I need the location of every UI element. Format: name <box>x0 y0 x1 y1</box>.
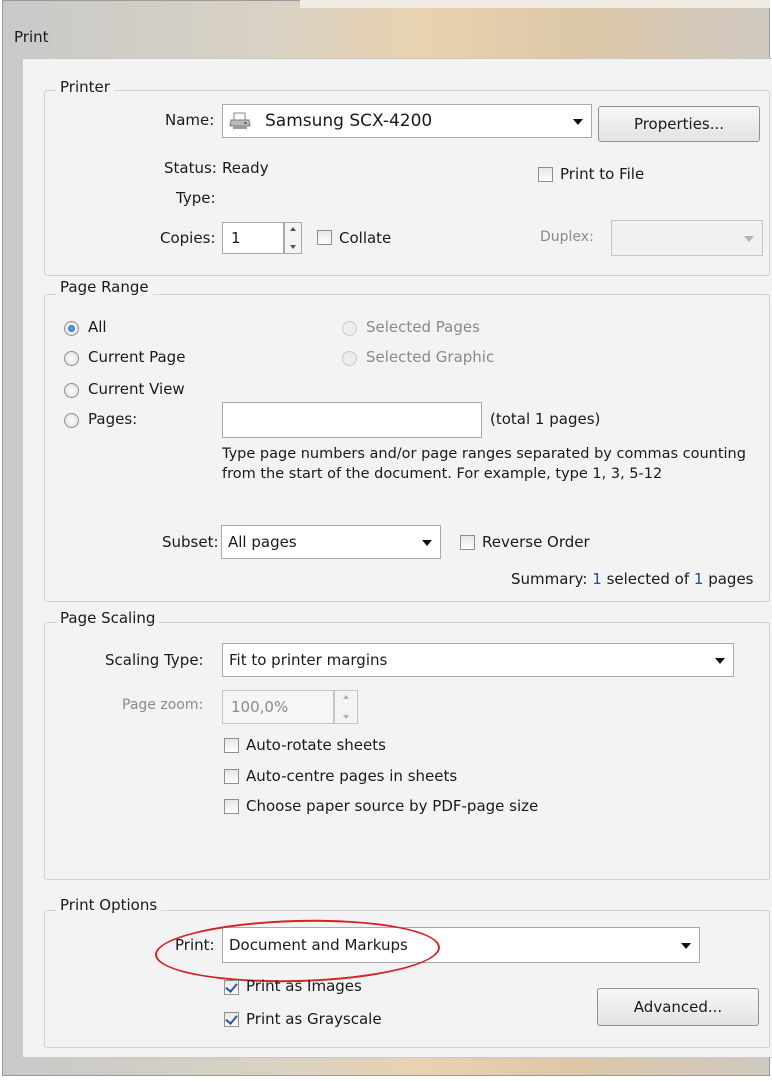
selected-pages-label: Selected Pages <box>366 318 480 336</box>
page-zoom-stepper[interactable] <box>334 690 358 724</box>
chevron-down-icon <box>422 540 432 546</box>
scaling-type-value: Fit to printer margins <box>229 650 388 669</box>
range-current-page-label: Current Page <box>88 348 186 366</box>
print-options-legend: Print Options <box>56 896 162 914</box>
printer-name-value: Samsung SCX-4200 <box>265 110 433 131</box>
range-current-view-radio[interactable] <box>64 383 79 398</box>
printer-name-select[interactable]: Samsung SCX-4200 <box>222 104 592 138</box>
printer-name-label: Name: <box>165 111 215 129</box>
scaling-type-select[interactable]: Fit to printer margins <box>222 643 734 677</box>
range-current-view-label: Current View <box>88 380 185 398</box>
page-range-summary: Summary: 1 selected of 1 pages <box>511 570 754 588</box>
type-label: Type: <box>176 189 216 207</box>
subset-label: Subset: <box>162 533 219 551</box>
page-range-legend: Page Range <box>56 278 153 296</box>
stepper-up-icon <box>290 227 296 231</box>
status-value: Ready <box>222 159 269 177</box>
print-as-grayscale-label: Print as Grayscale <box>246 1010 382 1028</box>
auto-centre-label: Auto-centre pages in sheets <box>246 767 458 785</box>
selected-graphic-radio[interactable] <box>342 351 357 366</box>
pages-input[interactable] <box>222 402 482 438</box>
page-zoom-value: 100,0% <box>231 698 289 716</box>
print-as-images-label: Print as Images <box>246 977 362 995</box>
stepper-up-icon <box>343 695 349 699</box>
scaling-type-label: Scaling Type: <box>105 651 204 669</box>
copies-input[interactable]: 1 <box>222 222 284 254</box>
print-as-images-checkbox[interactable] <box>224 980 239 995</box>
range-all-radio[interactable] <box>64 321 79 336</box>
selected-pages-radio[interactable] <box>342 321 357 336</box>
window-title: Print <box>14 28 49 46</box>
properties-button[interactable]: Properties... <box>598 106 760 142</box>
chevron-down-icon <box>715 658 725 664</box>
print-as-grayscale-checkbox[interactable] <box>224 1012 239 1027</box>
summary-mid: selected of <box>606 570 690 588</box>
page-scaling-legend: Page Scaling <box>56 609 160 627</box>
reverse-order-label: Reverse Order <box>482 533 590 551</box>
page-range-help-text: Type page numbers and/or page ranges sep… <box>222 446 746 482</box>
subset-value: All pages <box>228 532 297 551</box>
chevron-down-icon <box>573 119 583 125</box>
stepper-down-icon <box>290 245 296 249</box>
auto-centre-checkbox[interactable] <box>224 769 239 784</box>
page-zoom-label: Page zoom: <box>122 697 204 713</box>
print-to-file-label: Print to File <box>560 165 645 183</box>
total-pages-text: (total 1 pages) <box>490 410 601 428</box>
advanced-button[interactable]: Advanced... <box>597 988 759 1026</box>
paper-source-checkbox[interactable] <box>224 799 239 814</box>
paper-source-label: Choose paper source by PDF-page size <box>246 797 539 815</box>
status-label: Status: <box>164 159 217 177</box>
copies-value: 1 <box>231 229 241 247</box>
auto-rotate-label: Auto-rotate sheets <box>246 736 386 754</box>
range-pages-label: Pages: <box>88 410 138 428</box>
summary-prefix: Summary: <box>511 570 588 588</box>
summary-selected-count: 1 <box>592 570 602 588</box>
printer-legend: Printer <box>56 78 114 96</box>
chevron-down-icon <box>681 943 691 949</box>
copies-label: Copies: <box>160 229 216 247</box>
summary-suffix: pages <box>708 570 754 588</box>
chevron-down-icon <box>744 236 754 242</box>
printer-icon <box>229 112 251 130</box>
selected-graphic-label: Selected Graphic <box>366 348 495 366</box>
print-to-file-checkbox[interactable] <box>538 167 553 182</box>
titlebar-strip <box>300 0 770 8</box>
range-current-page-radio[interactable] <box>64 351 79 366</box>
page-zoom-input[interactable]: 100,0% <box>222 690 334 724</box>
reverse-order-checkbox[interactable] <box>460 535 475 550</box>
range-pages-radio[interactable] <box>64 413 79 428</box>
collate-checkbox[interactable] <box>317 230 332 245</box>
auto-rotate-checkbox[interactable] <box>224 738 239 753</box>
stepper-down-icon <box>343 715 349 719</box>
range-all-label: All <box>88 318 107 336</box>
subset-select[interactable]: All pages <box>221 525 441 559</box>
collate-label: Collate <box>339 229 392 247</box>
summary-total-count: 1 <box>693 570 704 588</box>
copies-stepper[interactable] <box>284 222 302 254</box>
duplex-select[interactable] <box>611 220 763 256</box>
duplex-label: Duplex: <box>540 229 594 245</box>
